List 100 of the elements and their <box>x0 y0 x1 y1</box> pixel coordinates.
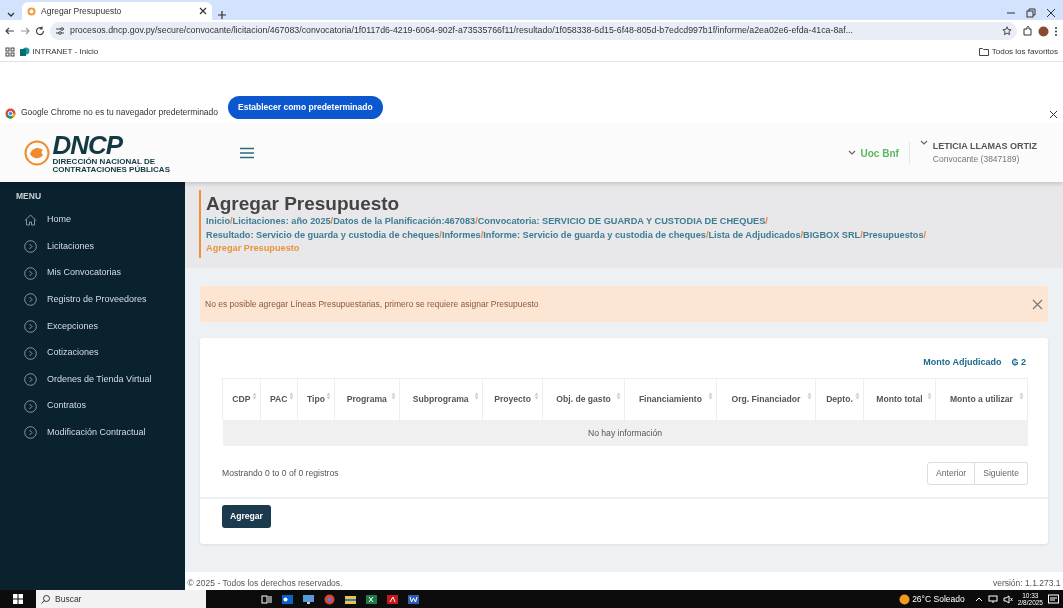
menu-icon[interactable] <box>238 147 255 159</box>
spreadsheet-app-icon[interactable] <box>366 593 377 605</box>
dncp-logo[interactable]: DNCP DIRECCIÓN NACIONAL DE CONTRATACIONES PÚBLICAS <box>24 131 203 175</box>
restore-icon[interactable] <box>1025 7 1036 18</box>
breadcrumb-link[interactable]: Datos de la Planificación:467083 <box>333 214 476 229</box>
column-header[interactable]: Financiamiento <box>624 378 717 421</box>
copyright-text: © 2025 - Todos los derechos reservados. <box>187 577 343 590</box>
bookmark-link[interactable]: INTRANET - Inicio <box>20 45 99 58</box>
column-header[interactable]: Org. Financiador <box>716 378 816 421</box>
column-header[interactable]: Monto a utilizar <box>935 378 1028 421</box>
search-icon <box>41 594 50 604</box>
breadcrumb-separator: / <box>860 228 863 242</box>
set-default-button[interactable]: Establecer como predeterminado <box>228 96 383 119</box>
weather-widget[interactable]: 26°C Soleado <box>898 592 965 606</box>
close-icon[interactable] <box>199 7 207 15</box>
breadcrumb-link[interactable]: Informes <box>441 228 481 243</box>
column-header[interactable]: Subprograma <box>399 378 483 421</box>
records-info: Mostrando 0 to 0 of 0 registros <box>222 467 339 481</box>
sidebar-item[interactable]: Mis Convocatorias <box>0 259 185 287</box>
sidebar-item[interactable]: Registro de Proveedores <box>0 286 185 314</box>
task-view-icon[interactable] <box>261 593 272 605</box>
new-tab-icon[interactable] <box>217 10 227 20</box>
pagination-button[interactable]: Siguiente <box>975 462 1028 486</box>
chevron-circle-icon <box>24 240 37 254</box>
breadcrumb-separator: / <box>765 214 768 228</box>
windows-start-icon[interactable] <box>13 594 23 604</box>
weather-text: 26°C Soleado <box>912 592 965 606</box>
column-header[interactable]: Tipo <box>297 378 335 421</box>
all-bookmarks-link[interactable]: Todos los favoritos <box>979 45 1058 58</box>
speaker-icon[interactable] <box>1002 594 1013 604</box>
alert-message: No es posible agregar Líneas Presupuestarias, primero se requiere asignar Presupuesto <box>205 297 540 311</box>
pdf-app-icon[interactable] <box>387 593 398 605</box>
column-header[interactable]: CDP <box>222 378 261 421</box>
folder-app-icon[interactable] <box>345 593 356 605</box>
sidebar-item[interactable]: Home <box>0 206 185 234</box>
amount-value: ₲ 2 <box>1011 356 1026 370</box>
taskbar-search-field[interactable]: Buscar <box>36 590 206 608</box>
version-text: versión: 1.1.273.1 <box>992 577 1061 590</box>
profile-avatar-icon[interactable] <box>1038 25 1049 37</box>
breadcrumb-link[interactable]: BIGBOX SRL <box>803 228 861 243</box>
more-menu-icon[interactable] <box>1054 25 1058 37</box>
amount-label: Monto Adjudicado <box>923 356 1002 370</box>
close-icon[interactable] <box>1045 7 1056 18</box>
breadcrumb-separator: / <box>923 228 927 242</box>
chevron-circle-icon <box>24 293 37 307</box>
pagination-button[interactable]: Anterior <box>927 462 976 486</box>
chevron-circle-icon <box>24 399 37 413</box>
extensions-icon[interactable] <box>1022 25 1033 37</box>
sidebar-item[interactable]: Ordenes de Tienda Virtual <box>0 366 185 393</box>
empty-message: No hay información <box>222 420 1028 447</box>
chevron-circle-icon <box>24 319 37 333</box>
column-header[interactable]: Programa <box>334 378 399 421</box>
chevron-down-icon[interactable] <box>847 150 856 156</box>
menu-heading: MENU <box>15 190 43 203</box>
reload-icon[interactable] <box>35 26 45 36</box>
breadcrumb-separator: / <box>705 228 709 242</box>
user-name[interactable]: LETICIA LLAMAS ORTIZ <box>932 139 1037 154</box>
forward-icon[interactable] <box>20 26 30 36</box>
mail-app-icon[interactable] <box>282 593 293 605</box>
chevron-up-icon[interactable] <box>974 596 983 602</box>
logo-wordmark: DNCP <box>52 131 123 158</box>
column-header[interactable]: Obj. de gasto <box>542 378 625 421</box>
sidebar-item[interactable]: Cotizaciones <box>0 339 185 367</box>
breadcrumb-link[interactable]: Resultado: Servicio de guarda y custodia de cheques <box>206 228 440 243</box>
chevron-down-icon[interactable] <box>919 139 928 146</box>
sharepoint-icon <box>20 46 30 57</box>
column-header[interactable]: Monto total <box>863 378 936 421</box>
apps-grid-icon[interactable] <box>5 46 15 57</box>
column-header[interactable]: PAC <box>260 378 298 421</box>
notification-icon[interactable] <box>1048 593 1059 605</box>
logo-subtitle: DIRECCIÓN NACIONAL DE CONTRATACIONES PÚBLICAS <box>52 157 171 175</box>
sidebar-item[interactable]: Excepciones <box>0 313 185 340</box>
sidebar-item[interactable]: Licitaciones <box>0 233 185 260</box>
chrome-logo-icon <box>5 108 16 119</box>
breadcrumb-link[interactable]: Informe: Servicio de guarda y custodia de cheques <box>483 228 706 243</box>
breadcrumb-link[interactable]: Licitaciones: año 2025 <box>232 214 331 229</box>
monitor-icon[interactable] <box>303 593 314 605</box>
breadcrumb-link[interactable]: Inicio <box>206 214 230 229</box>
home-icon <box>24 214 37 227</box>
folder-icon <box>979 47 990 56</box>
breadcrumb-separator: / <box>439 228 442 242</box>
add-button[interactable]: Agregar <box>222 505 271 529</box>
column-header[interactable]: Proyecto <box>482 378 543 421</box>
sidebar-item[interactable]: Modificación Contractual <box>0 419 185 447</box>
star-icon[interactable] <box>1002 26 1012 36</box>
close-icon[interactable] <box>1049 110 1058 119</box>
browser-app-icon[interactable] <box>324 593 335 605</box>
chevron-circle-icon <box>24 426 37 440</box>
document-app-icon[interactable] <box>408 593 419 605</box>
breadcrumb-link[interactable]: Presupuestos <box>862 228 924 243</box>
back-icon[interactable] <box>5 26 15 36</box>
site-info-icon[interactable] <box>55 26 65 36</box>
user-role: Convocante (3847189) <box>932 153 1021 167</box>
breadcrumb-separator: / <box>330 214 334 228</box>
breadcrumb-separator: / <box>800 228 804 242</box>
column-header[interactable]: Depto. <box>815 378 864 421</box>
sidebar-item[interactable]: Contratos <box>0 392 185 420</box>
chevron-circle-icon <box>24 266 37 280</box>
site-favicon-icon <box>27 6 36 16</box>
breadcrumb-link[interactable]: Lista de Adjudicados <box>708 228 801 243</box>
